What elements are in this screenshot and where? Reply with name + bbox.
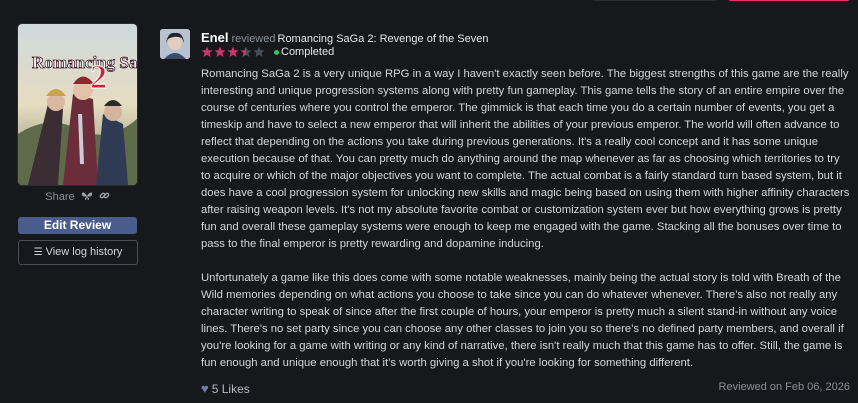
review-paragraph: Unfortunately a game like this does come… [201, 272, 844, 369]
butterfly-icon[interactable] [81, 191, 93, 204]
star-rating [201, 46, 269, 58]
reviewed-date: Reviewed on Feb 06, 2026 [718, 381, 850, 393]
heart-icon[interactable]: ♥ [201, 381, 209, 396]
username[interactable]: Enel [201, 30, 228, 45]
top-search-bar[interactable] [591, 0, 718, 1]
game-title-link[interactable]: Romancing SaGa 2: Revenge of the Seven [278, 33, 489, 45]
status-badge: Completed [281, 46, 335, 59]
game-cover-art[interactable]: Romancing SaGa 2 [18, 24, 137, 185]
likes-counter[interactable]: ♥ 5 Likes [201, 381, 250, 396]
avatar[interactable] [160, 29, 190, 59]
likes-label: 5 Likes [211, 382, 250, 396]
top-action-button[interactable] [727, 0, 851, 1]
link-icon[interactable] [99, 190, 110, 204]
view-log-history-button[interactable]: ☰ View log history [18, 240, 138, 265]
completed-status-dot [274, 49, 279, 55]
list-icon: ☰ [33, 247, 43, 258]
svg-text:Romancing SaGa: Romancing SaGa [32, 53, 137, 72]
review-header: Enel reviewed Romancing SaGa 2: Revenge of… [201, 30, 488, 45]
edit-review-button[interactable]: Edit Review [18, 217, 137, 234]
share-row: Share [18, 190, 137, 204]
reviewed-label: reviewed [231, 33, 276, 45]
review-text: Romancing SaGa 2 is a very unique RPG in… [201, 66, 851, 389]
share-label: Share [45, 191, 75, 203]
rating-row: Completed [201, 46, 334, 58]
review-paragraph: Romancing SaGa 2 is a very unique RPG in… [201, 68, 850, 250]
svg-text:2: 2 [90, 59, 107, 96]
view-log-label: View log history [45, 246, 123, 258]
